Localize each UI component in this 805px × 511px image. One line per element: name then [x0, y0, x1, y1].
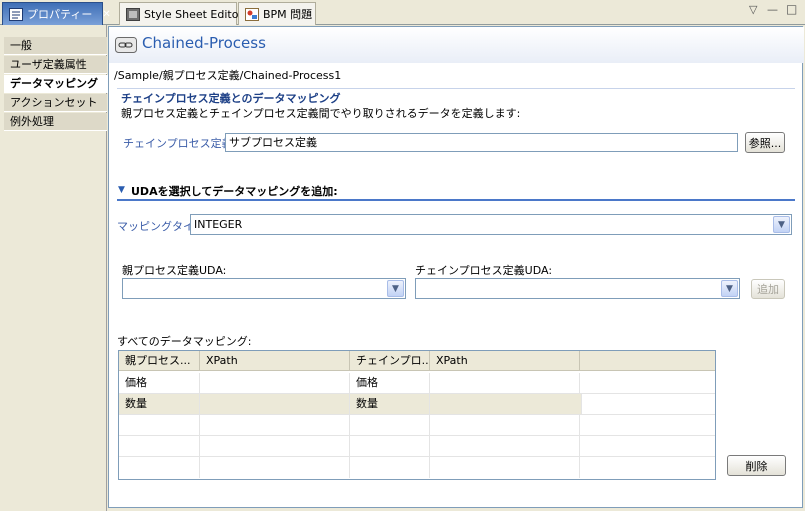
cell-filler: [580, 436, 715, 457]
cell-parent: [119, 457, 200, 478]
table-row[interactable]: 価格 価格: [119, 373, 715, 394]
cell-xpath-parent: [200, 415, 350, 436]
page-title: Chained-Process: [142, 34, 266, 52]
nav-item-action-set[interactable]: アクションセット: [4, 94, 107, 112]
chained-process-icon: [115, 37, 137, 56]
cell-filler: [581, 394, 715, 415]
column-header-filler: [580, 351, 715, 371]
nav-item-general[interactable]: 一般: [4, 37, 107, 55]
minimize-icon[interactable]: —: [767, 3, 778, 16]
tab-style-sheet-editor[interactable]: Style Sheet Editor: [119, 2, 243, 25]
cell-xpath-parent: [200, 457, 350, 478]
cell-parent: [119, 415, 200, 436]
section-add-mapping-title: UDAを選択してデータマッピングを追加:: [131, 185, 338, 198]
table-row[interactable]: [119, 415, 715, 436]
tab-bar: プロパティー ✕ Style Sheet Editor BPM 問題 ▽ — □: [0, 0, 805, 25]
cell-filler: [580, 457, 715, 478]
close-icon[interactable]: ✕: [102, 9, 110, 20]
cell-xpath-chain: [430, 373, 580, 394]
parent-uda-label: 親プロセス定義UDA:: [122, 264, 227, 277]
cell-chain: 数量: [350, 394, 430, 415]
mapping-type-value: INTEGER: [194, 218, 243, 231]
chevron-down-icon[interactable]: ▼: [773, 216, 790, 233]
chain-uda-label: チェインプロセス定義UDA:: [415, 264, 553, 277]
column-header-chain[interactable]: チェインプロ...: [350, 351, 430, 371]
properties-icon: [9, 7, 23, 21]
section-chain-mapping-title: チェインプロセス定義とのデータマッピング: [121, 92, 341, 105]
cell-xpath-chain: [430, 436, 580, 457]
table-row[interactable]: [119, 457, 715, 478]
cell-chain: [350, 457, 430, 478]
cell-xpath-parent: [200, 373, 350, 394]
cell-xpath-chain: [430, 457, 580, 478]
cell-xpath-chain: [430, 394, 581, 415]
chevron-down-icon[interactable]: ▼: [387, 280, 404, 297]
table-row[interactable]: 数量 数量: [119, 394, 581, 415]
stylesheet-icon: [126, 7, 140, 21]
cell-chain: [350, 415, 430, 436]
add-mapping-button[interactable]: 追加: [751, 279, 785, 299]
cell-xpath-parent: [200, 436, 350, 457]
cell-parent: 数量: [119, 394, 200, 415]
cell-parent: [119, 436, 200, 457]
tab-properties[interactable]: プロパティー ✕: [2, 2, 111, 25]
browse-button[interactable]: 参照...: [745, 132, 785, 153]
tab-bpm-problems-label: BPM 問題: [263, 8, 313, 21]
property-category-nav: 一般 ユーザ定義属性 データマッピング アクションセット 例外処理: [0, 25, 108, 511]
properties-main-panel: Chained-Process /Sample/親プロセス定義/Chained-…: [108, 26, 804, 508]
tab-bpm-problems[interactable]: BPM 問題: [238, 2, 316, 25]
chain-process-label: チェインプロセス定義:: [123, 137, 237, 150]
column-header-xpath-chain[interactable]: XPath: [430, 351, 580, 371]
cell-chain: [350, 436, 430, 457]
nav-item-data-mapping[interactable]: データマッピング: [4, 75, 108, 93]
column-header-parent[interactable]: 親プロセス...: [119, 351, 200, 371]
bpm-problems-icon: [245, 7, 259, 21]
chevron-down-icon[interactable]: ▼: [721, 280, 738, 297]
nav-item-exception-handling[interactable]: 例外処理: [4, 113, 107, 131]
parent-uda-select[interactable]: ▼: [122, 278, 406, 299]
chain-uda-select[interactable]: ▼: [415, 278, 740, 299]
cell-xpath-parent: [200, 394, 350, 415]
chain-process-field[interactable]: サブプロセス定義: [225, 133, 738, 152]
table-header: 親プロセス... XPath チェインプロ... XPath: [119, 351, 715, 371]
mapping-type-select[interactable]: INTEGER ▼: [190, 214, 792, 235]
section-chain-mapping-description: 親プロセス定義とチェインプロセス定義間でやり取りされるデータを定義します:: [121, 107, 521, 120]
all-mappings-label: すべてのデータマッピング:: [117, 335, 252, 348]
cell-parent: 価格: [119, 373, 200, 394]
tab-properties-label: プロパティー: [27, 8, 93, 21]
mappings-table[interactable]: 親プロセス... XPath チェインプロ... XPath 価格 価格 数量 …: [118, 350, 716, 480]
nav-item-user-attributes[interactable]: ユーザ定義属性: [4, 56, 107, 74]
cell-filler: [580, 373, 715, 394]
section-underline: [117, 199, 795, 201]
cell-xpath-chain: [430, 415, 580, 436]
delete-mapping-button[interactable]: 削除: [727, 455, 786, 476]
view-menu-icon[interactable]: ▽: [749, 3, 757, 16]
section-collapse-icon[interactable]: ▼: [118, 185, 125, 195]
column-header-xpath-parent[interactable]: XPath: [200, 351, 350, 371]
section-divider: [117, 88, 795, 89]
cell-chain: 価格: [350, 373, 430, 394]
cell-filler: [580, 415, 715, 436]
maximize-icon[interactable]: □: [786, 2, 797, 16]
breadcrumb-path: /Sample/親プロセス定義/Chained-Process1: [114, 69, 342, 82]
tab-style-sheet-editor-label: Style Sheet Editor: [144, 7, 243, 21]
table-row[interactable]: [119, 436, 715, 457]
